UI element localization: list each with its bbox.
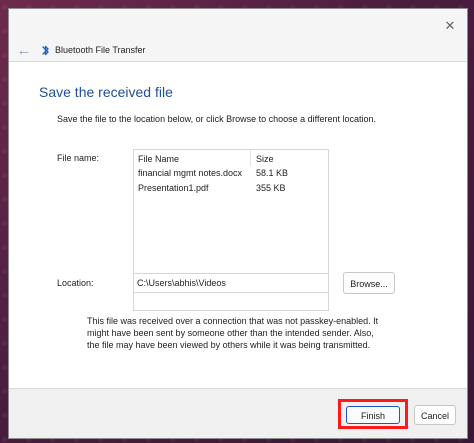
finish-button[interactable]: Finish — [346, 406, 400, 424]
close-icon[interactable]: ✕ — [441, 17, 459, 35]
bluetooth-file-transfer-window: ✕ ← Bluetooth File Transfer Save the rec… — [8, 8, 468, 439]
window-title: Bluetooth File Transfer — [55, 45, 146, 55]
file-size-cell: 58.1 KB — [256, 168, 289, 178]
browse-button[interactable]: Browse... — [343, 272, 395, 294]
column-divider[interactable] — [250, 150, 251, 166]
file-name-label: File name: — [57, 153, 100, 163]
back-arrow-icon[interactable]: ← — [15, 42, 33, 60]
dialog-content: Save the received file Save the file to … — [9, 61, 467, 389]
location-label: Location: — [57, 278, 94, 288]
column-header-file-name[interactable]: File Name — [138, 154, 179, 164]
file-name-cell: Presentation1.pdf — [138, 183, 209, 193]
titlebar: ✕ ← Bluetooth File Transfer — [9, 9, 467, 61]
file-row[interactable]: financial mgmt notes.docx 58.1 KB — [134, 168, 328, 182]
instructions-text: Save the file to the location below, or … — [57, 114, 377, 124]
cancel-button[interactable]: Cancel — [414, 405, 456, 425]
page-title: Save the received file — [39, 84, 173, 100]
location-field[interactable] — [133, 273, 329, 293]
column-header-size[interactable]: Size — [256, 154, 274, 164]
file-row[interactable]: Presentation1.pdf 355 KB — [134, 183, 328, 197]
file-name-cell: financial mgmt notes.docx — [138, 168, 243, 178]
dialog-footer: Finish Cancel — [9, 389, 467, 438]
security-warning: This file was received over a connection… — [87, 316, 379, 350]
bluetooth-icon — [42, 45, 49, 56]
file-size-cell: 355 KB — [256, 183, 286, 193]
